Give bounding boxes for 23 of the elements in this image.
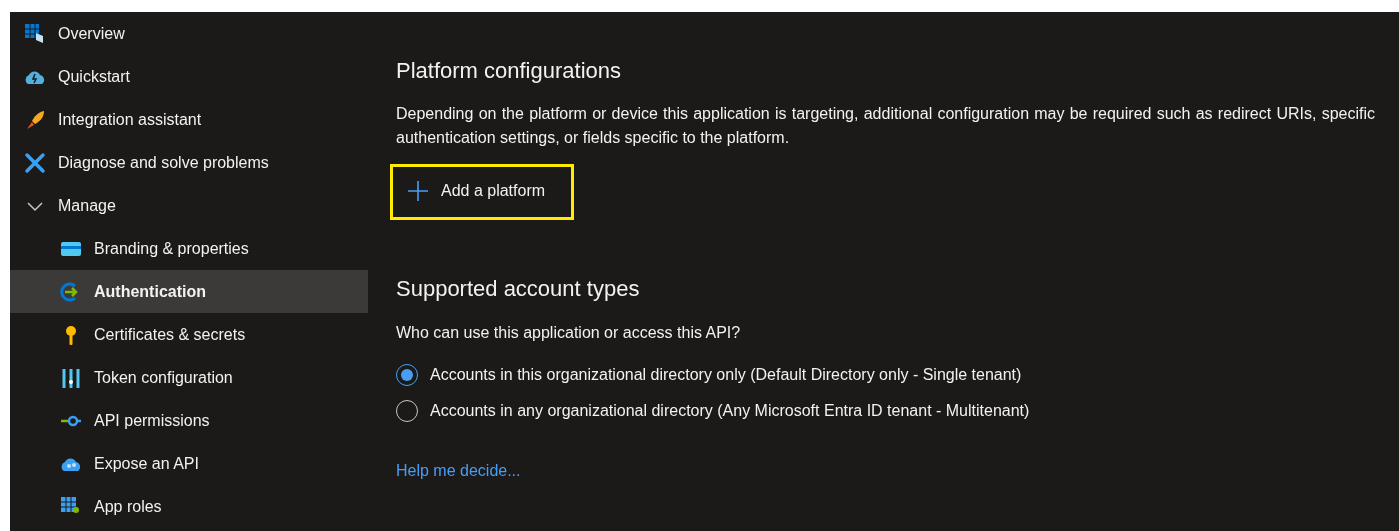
sliders-icon bbox=[60, 366, 82, 389]
grid-icon bbox=[24, 22, 46, 45]
add-platform-button[interactable]: Add a platform bbox=[390, 164, 575, 221]
section-title: Supported account types bbox=[396, 276, 641, 303]
sidebar-item[interactable]: Expose an API bbox=[10, 442, 368, 485]
sidebar-item[interactable]: Integration assistant bbox=[10, 98, 368, 141]
question-text: Who can use this application or access this API? bbox=[396, 322, 742, 343]
description: Depending on the platform or device this application is targeting, additional configuration may be required such as redirect URIs, specific authentication settings, or fields specific to the platform. bbox=[396, 104, 1375, 149]
radio-label[interactable]: Accounts in any organizational directory (Any Microsoft Entra ID tenant - Multitenant) bbox=[430, 398, 1030, 423]
sidebar-item[interactable]: Branding & properties bbox=[10, 227, 368, 270]
sidebar-item[interactable]: App roles bbox=[10, 485, 368, 528]
sidebar-item[interactable]: Quickstart bbox=[10, 55, 368, 98]
radio-label[interactable]: Accounts in this organizational directory only (Default Directory only - Single tenant) bbox=[430, 362, 1022, 387]
sidebar-item[interactable]: Overview bbox=[10, 12, 368, 55]
help-link[interactable]: Help me decide... bbox=[396, 458, 521, 483]
sidebar-item[interactable]: API permissions bbox=[10, 399, 368, 442]
sidebar-item[interactable]: Token configuration bbox=[10, 356, 368, 399]
sidebar-item[interactable]: Certificates & secrets bbox=[10, 313, 368, 356]
sidebar-item[interactable]: Diagnose and solve problems bbox=[10, 141, 368, 184]
sidebar-item[interactable]: Manage bbox=[10, 184, 368, 227]
plus-icon bbox=[407, 180, 429, 203]
section-title: Platform configurations bbox=[396, 58, 622, 85]
sidebar-item[interactable]: Authentication bbox=[10, 270, 368, 313]
